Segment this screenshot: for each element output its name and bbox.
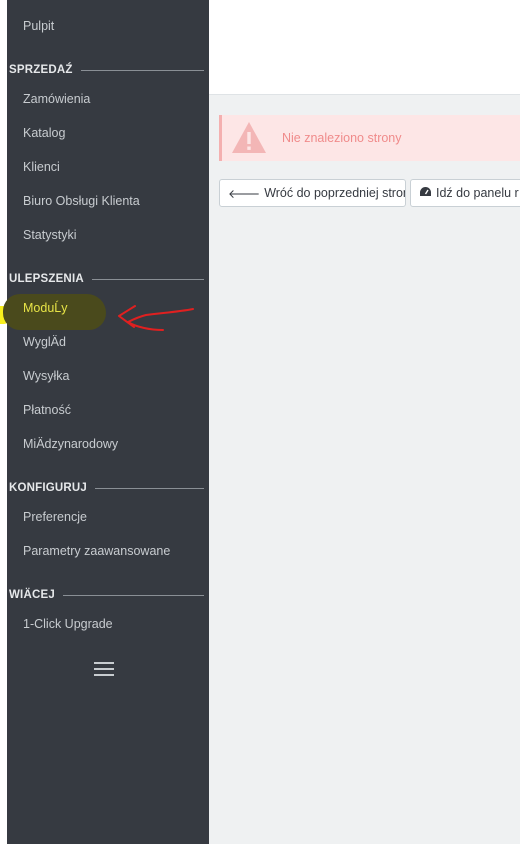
error-alert: Nie znaleziono strony	[219, 115, 520, 161]
arrow-left-icon: 🡐	[228, 186, 261, 201]
sidebar-item-katalog[interactable]: Katalog	[23, 126, 65, 140]
sidebar-item-wyglad[interactable]: WyglÄd	[23, 335, 66, 349]
section-sprzedaz: SPRZEDAŹ	[9, 62, 204, 78]
header-bar	[209, 0, 520, 95]
dashboard-icon	[419, 186, 432, 201]
main-content: Nie znaleziono strony 🡐 Wróć do poprzedn…	[209, 95, 520, 844]
dashboard-button-label: Idź do panelu r	[436, 186, 519, 200]
sidebar-item-1-click-upgrade[interactable]: 1-Click Upgrade	[23, 617, 113, 631]
section-konfiguruj: KONFIGURUJ	[9, 480, 204, 496]
sidebar-item-platnosc[interactable]: Płatność	[23, 403, 71, 417]
warning-triangle-icon	[232, 122, 266, 153]
back-button[interactable]: 🡐 Wróć do poprzedniej strony	[219, 179, 406, 207]
sidebar-item-preferencje[interactable]: Preferencje	[23, 510, 87, 524]
section-divider	[62, 594, 204, 596]
section-title: ULEPSZENIA	[9, 273, 84, 285]
sidebar-item-biuro-obslugi[interactable]: Biuro Obsługi Klienta	[23, 194, 140, 208]
sidebar-item-statystyki[interactable]: Statystyki	[23, 228, 77, 242]
section-ulepszenia: ULEPSZENIA	[9, 271, 204, 287]
left-edge-strip	[0, 0, 7, 844]
sidebar-item-miedzynarodowy[interactable]: MiÄdzynarodowy	[23, 437, 118, 451]
sidebar-item-klienci[interactable]: Klienci	[23, 160, 60, 174]
sidebar-item-pulpit[interactable]: Pulpit	[23, 19, 54, 33]
sidebar-item-moduly[interactable]: ModuĹy	[23, 301, 67, 315]
sidebar-item-wysylka[interactable]: Wysyłka	[23, 369, 69, 383]
section-title: KONFIGURUJ	[9, 482, 88, 494]
sidebar: Pulpit SPRZEDAŹ Zamówienia Katalog Klien…	[3, 0, 209, 844]
hamburger-icon[interactable]	[94, 662, 114, 680]
sidebar-item-zamowienia[interactable]: Zamówienia	[23, 92, 90, 106]
section-title: WIÄCEJ	[9, 589, 55, 601]
dashboard-button[interactable]: Idź do panelu r	[410, 179, 520, 207]
section-divider	[80, 69, 204, 71]
back-button-label: Wróć do poprzedniej strony	[264, 186, 406, 200]
section-divider	[95, 487, 204, 489]
section-title: SPRZEDAŹ	[9, 64, 73, 76]
sidebar-item-parametry[interactable]: Parametry zaawansowane	[23, 544, 170, 558]
section-wiecej: WIÄCEJ	[9, 587, 204, 603]
alert-message: Nie znaleziono strony	[282, 131, 402, 145]
section-divider	[91, 278, 204, 280]
